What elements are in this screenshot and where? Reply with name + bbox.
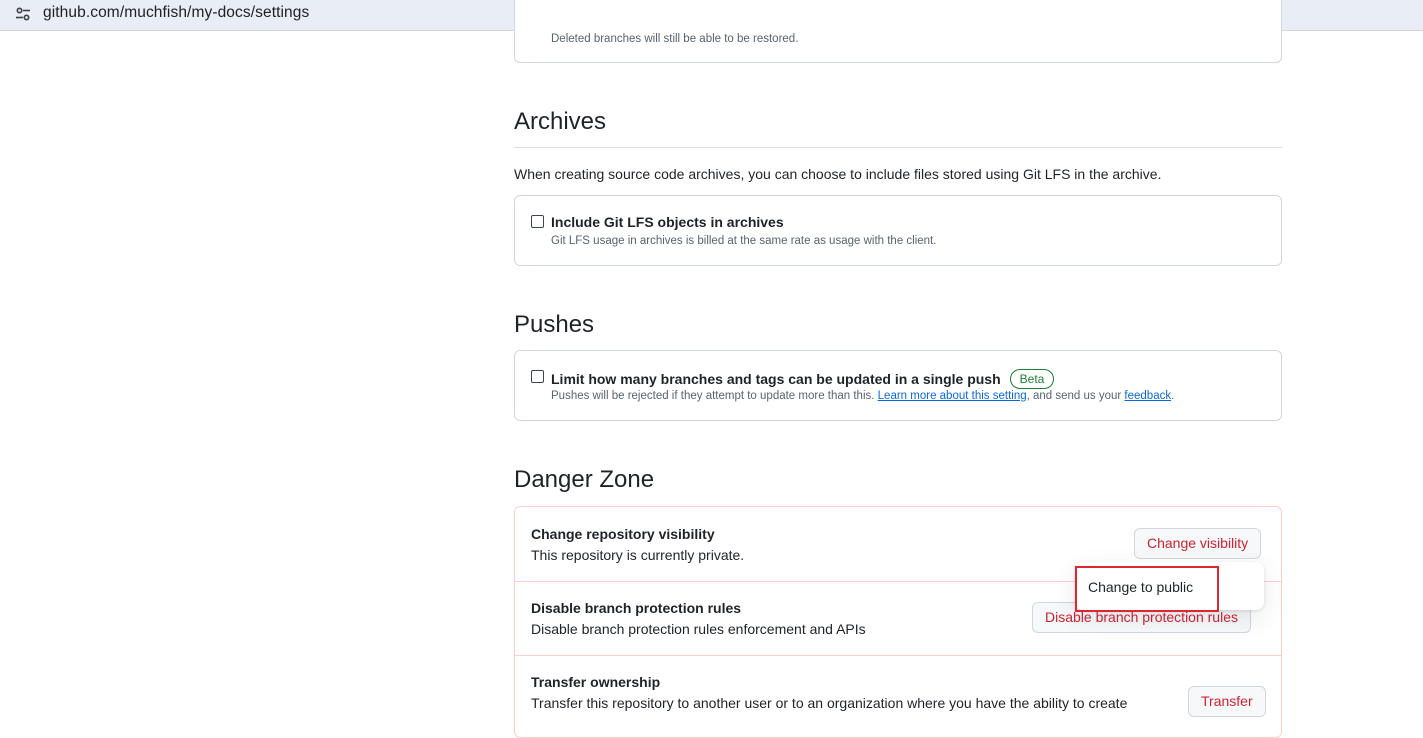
transfer-description: Transfer this repository to another user… <box>531 695 1128 711</box>
change-to-public-menu-item[interactable]: Change to public <box>1088 579 1193 595</box>
limit-push-label-text[interactable]: Limit how many branches and tags can be … <box>551 371 1001 387</box>
transfer-title: Transfer ownership <box>531 674 661 690</box>
include-lfs-label[interactable]: Include Git LFS objects in archives <box>551 214 784 230</box>
feedback-link[interactable]: feedback <box>1124 390 1171 402</box>
beta-badge: Beta <box>1009 369 1055 389</box>
deleted-branches-note: Deleted branches will still be able to b… <box>551 33 799 45</box>
limit-push-note-middle: , and send us your <box>1026 390 1125 402</box>
visibility-title: Change repository visibility <box>531 526 715 542</box>
limit-push-note-suffix: . <box>1171 390 1175 402</box>
limit-push-checkbox[interactable] <box>531 370 544 383</box>
change-visibility-button[interactable]: Change visibility <box>1134 528 1262 559</box>
archives-option-box: Include Git LFS objects in archives Git … <box>514 195 1282 266</box>
danger-zone-heading: Danger Zone <box>514 466 655 493</box>
pushes-heading: Pushes <box>514 311 595 338</box>
url-text[interactable]: github.com/muchfish/my-docs/settings <box>43 4 309 22</box>
limit-push-label[interactable]: Limit how many branches and tags can be … <box>551 369 1055 389</box>
branch-protection-description: Disable branch protection rules enforcem… <box>531 621 866 637</box>
pushes-option-box: Limit how many branches and tags can be … <box>514 350 1282 421</box>
limit-push-note: Pushes will be rejected if they attempt … <box>551 390 1174 402</box>
visibility-dropdown-menu: Change to public <box>1075 562 1264 610</box>
branches-option-box: Deleted branches will still be able to b… <box>514 0 1282 63</box>
visibility-description: This repository is currently private. <box>531 547 745 563</box>
tune-icon[interactable] <box>15 6 31 22</box>
limit-push-note-prefix: Pushes will be rejected if they attempt … <box>551 390 878 402</box>
include-lfs-checkbox[interactable] <box>531 215 544 228</box>
include-lfs-note: Git LFS usage in archives is billed at t… <box>551 235 937 247</box>
archives-description: When creating source code archives, you … <box>514 166 1162 182</box>
learn-more-link[interactable]: Learn more about this setting <box>878 390 1027 402</box>
danger-zone-box: Change repository visibility This reposi… <box>514 506 1282 738</box>
transfer-button[interactable]: Transfer <box>1188 686 1266 717</box>
branch-protection-title: Disable branch protection rules <box>531 600 742 616</box>
archives-divider <box>514 147 1282 148</box>
danger-row-transfer: Transfer ownership Transfer this reposit… <box>515 655 1281 729</box>
archives-heading: Archives <box>514 108 607 135</box>
